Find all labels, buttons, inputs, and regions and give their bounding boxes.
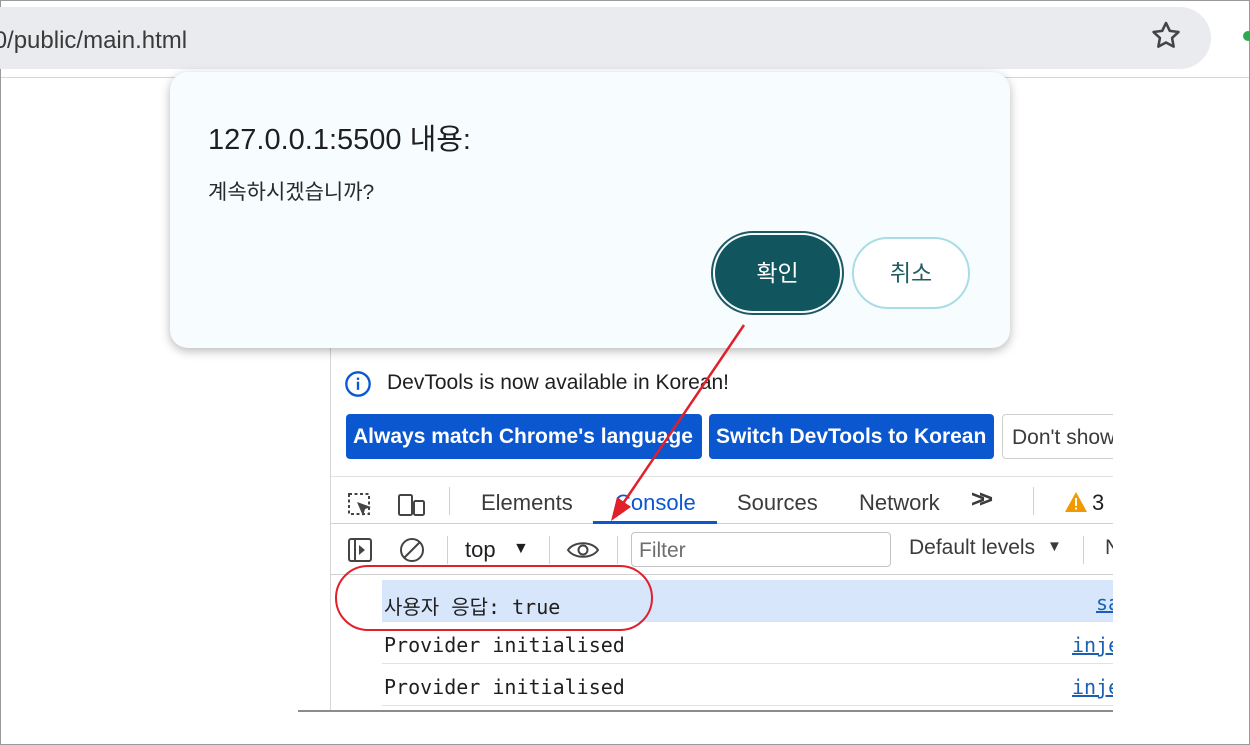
toolbar-separator [1033,487,1034,515]
switch-to-korean-button[interactable]: Switch DevTools to Korean [709,414,994,459]
tab-network[interactable]: Network [859,490,940,516]
info-icon [345,371,371,397]
alert-dialog: 127.0.0.1:5500 내용: 계속하시겠습니까? 확인 취소 [170,72,1010,348]
more-tabs-chevron-icon[interactable]: >> [971,486,993,514]
log-message: Provider initialised [384,675,625,699]
devtools-panel: DevTools is now available in Korean! Alw… [298,340,1113,712]
log-source-link[interactable]: inje [1072,675,1113,699]
ok-button[interactable]: 확인 [715,235,840,311]
dont-show-again-button[interactable]: Don't show [1002,414,1113,459]
tab-console[interactable]: Console [615,490,696,516]
clear-console-icon[interactable] [398,536,426,564]
chevron-down-icon[interactable]: ▼ [513,540,529,558]
dialog-message: 계속하시겠습니까? [208,181,375,204]
warning-icon[interactable] [1064,491,1088,513]
chevron-down-icon[interactable]: ▼ [1047,538,1062,555]
warning-count[interactable]: 3 [1092,490,1104,516]
toolbar-separator [449,487,450,515]
toolbar-separator [447,536,448,564]
bookmark-star-icon[interactable] [1149,19,1183,53]
always-match-language-button[interactable]: Always match Chrome's language [346,414,702,459]
context-selector[interactable]: top [465,537,496,563]
inspect-element-icon[interactable] [345,491,375,519]
devtools-tab-bar: Elements Console Sources Network >> 3 [331,476,1113,524]
tab-sources[interactable]: Sources [737,490,818,516]
log-source-link[interactable]: sa [1096,591,1113,615]
tab-elements[interactable]: Elements [481,490,573,516]
cancel-button[interactable]: 취소 [852,237,970,309]
highlight-ellipse-annotation [335,565,653,631]
browser-toolbar: 500/public/main.html [0,1,1250,78]
log-message: Provider initialised [384,633,625,657]
console-log-row[interactable]: Provider initialised inje [382,664,1113,706]
live-expression-eye-icon[interactable] [566,536,600,564]
url-text[interactable]: 500/public/main.html [0,27,187,55]
language-notice: DevTools is now available in Korean! [387,371,730,394]
filter-input[interactable]: Filter [631,532,891,567]
dialog-title: 127.0.0.1:5500 내용: [208,124,471,156]
device-toolbar-icon[interactable] [397,491,427,519]
issues-indicator[interactable]: N [1105,536,1113,560]
toolbar-separator [1083,536,1084,564]
log-source-link[interactable]: inje [1072,633,1113,657]
address-bar[interactable]: 500/public/main.html [0,7,1211,69]
extension-dot-icon [1243,31,1250,41]
active-tab-indicator [593,521,717,524]
log-levels-dropdown[interactable]: Default levels [909,536,1035,560]
toolbar-separator [549,536,550,564]
toolbar-separator [617,536,618,564]
sidebar-toggle-icon[interactable] [346,536,374,564]
